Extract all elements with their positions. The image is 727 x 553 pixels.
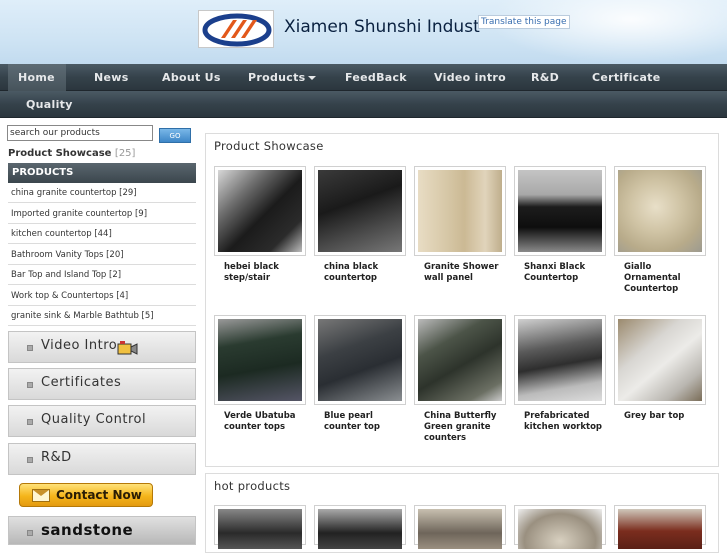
hot-product-image[interactable] <box>614 505 706 549</box>
quality-control-banner[interactable]: Quality Control <box>8 405 196 437</box>
bullet-icon <box>27 530 33 536</box>
showcase-label: Product Showcase <box>8 148 112 159</box>
nav-item-news[interactable]: News <box>94 64 129 91</box>
product-image[interactable] <box>514 315 606 405</box>
translate-page-link[interactable]: Translate this page <box>478 15 570 29</box>
envelope-icon <box>32 489 50 502</box>
header-cloud-decoration <box>487 0 727 64</box>
product-name[interactable]: China Butterfly Green granite counters <box>424 411 510 444</box>
nav-label: Products <box>248 71 306 84</box>
product-image[interactable] <box>314 315 406 405</box>
chevron-down-icon <box>308 76 317 80</box>
banner-label: Video Intro <box>41 338 118 353</box>
banner-label: R&D <box>41 450 72 465</box>
hot-product-image[interactable] <box>514 505 606 549</box>
category-link[interactable]: granite sink & Marble Bathtub [5] <box>8 306 196 326</box>
nav-item-home[interactable]: Home <box>8 64 66 91</box>
product-image[interactable] <box>414 315 506 405</box>
category-link[interactable]: china granite countertop [29] <box>8 183 196 203</box>
nav-label: FeedBack <box>345 71 407 84</box>
product-image[interactable] <box>314 166 406 256</box>
contact-now-button[interactable]: Contact Now <box>19 483 153 507</box>
nav-item-video-intro[interactable]: Video intro <box>434 64 506 91</box>
nav-label: Quality <box>26 98 73 111</box>
products-heading: PRODUCTS <box>8 163 196 183</box>
contact-label: Contact Now <box>56 488 142 502</box>
nav-item-quality[interactable]: Quality <box>26 91 73 118</box>
product-name[interactable]: Granite Shower wall panel <box>424 262 510 284</box>
nav-item-rd[interactable]: R&D <box>531 64 559 91</box>
hot-product-image[interactable] <box>314 505 406 549</box>
product-image[interactable] <box>614 315 706 405</box>
hot-product-image[interactable] <box>214 505 306 549</box>
category-link[interactable]: Bar Top and Island Top [2] <box>8 265 196 285</box>
product-name[interactable]: china black countertop <box>324 262 410 284</box>
nav-label: R&D <box>531 71 560 84</box>
category-link[interactable]: kitchen countertop [44] <box>8 224 196 244</box>
nav-item-products[interactable]: Products <box>248 64 317 91</box>
panel-title: hot products <box>214 479 291 493</box>
video-intro-banner[interactable]: Video Intro <box>8 331 196 363</box>
product-image[interactable] <box>414 166 506 256</box>
bullet-icon <box>27 457 33 463</box>
logo-icon <box>202 13 272 47</box>
product-image[interactable] <box>214 315 306 405</box>
sandstone-banner[interactable]: sandstone <box>8 516 196 545</box>
banner-label: sandstone <box>41 521 134 539</box>
category-link[interactable]: Work top & Countertops [4] <box>8 286 196 306</box>
bullet-icon <box>27 419 33 425</box>
banner-label: Certificates <box>41 375 122 390</box>
product-image[interactable] <box>614 166 706 256</box>
site-header: Xiamen Shunshi Industrial Translate this… <box>0 0 727 64</box>
banner-label: Quality Control <box>41 412 147 427</box>
site-title: Xiamen Shunshi Industrial <box>284 17 480 37</box>
nav-label: Certificate <box>592 71 661 84</box>
nav-label: Home <box>18 71 55 84</box>
nav-label: Video intro <box>434 71 506 84</box>
nav-row-secondary: Quality <box>0 91 727 118</box>
product-name[interactable]: Prefabricated kitchen worktop <box>524 411 610 433</box>
search-button[interactable]: GO <box>159 128 191 143</box>
category-link[interactable]: Imported granite countertop [9] <box>8 204 196 224</box>
main-navigation: Home News About Us Products FeedBack Vid… <box>0 64 727 118</box>
showcase-count: [25] <box>114 148 136 159</box>
product-name[interactable]: Shanxi Black Countertop <box>524 262 610 284</box>
category-link[interactable]: Bathroom Vanity Tops [20] <box>8 245 196 265</box>
rd-banner[interactable]: R&D <box>8 443 196 475</box>
hot-product-image[interactable] <box>414 505 506 549</box>
sidebar-showcase-link[interactable]: Product Showcase [25] <box>8 148 135 159</box>
product-name[interactable]: Giallo Ornamental Countertop <box>624 262 710 295</box>
nav-label: About Us <box>162 71 221 84</box>
nav-item-about-us[interactable]: About Us <box>162 64 221 91</box>
nav-item-certificate[interactable]: Certificate <box>592 64 661 91</box>
nav-row-primary: Home News About Us Products FeedBack Vid… <box>0 64 727 91</box>
bullet-icon <box>27 345 33 351</box>
product-name[interactable]: Blue pearl counter top <box>324 411 410 433</box>
nav-item-feedback[interactable]: FeedBack <box>345 64 407 91</box>
certificates-banner[interactable]: Certificates <box>8 368 196 400</box>
search-input[interactable] <box>7 125 153 141</box>
product-image[interactable] <box>514 166 606 256</box>
company-logo[interactable] <box>198 10 274 48</box>
bullet-icon <box>27 382 33 388</box>
product-name[interactable]: hebei black step/stair <box>224 262 310 284</box>
product-name[interactable]: Verde Ubatuba counter tops <box>224 411 310 433</box>
panel-title: Product Showcase <box>214 139 324 153</box>
product-image[interactable] <box>214 166 306 256</box>
product-name[interactable]: Grey bar top <box>624 411 710 422</box>
nav-label: News <box>94 71 129 84</box>
video-camera-icon <box>117 341 138 355</box>
